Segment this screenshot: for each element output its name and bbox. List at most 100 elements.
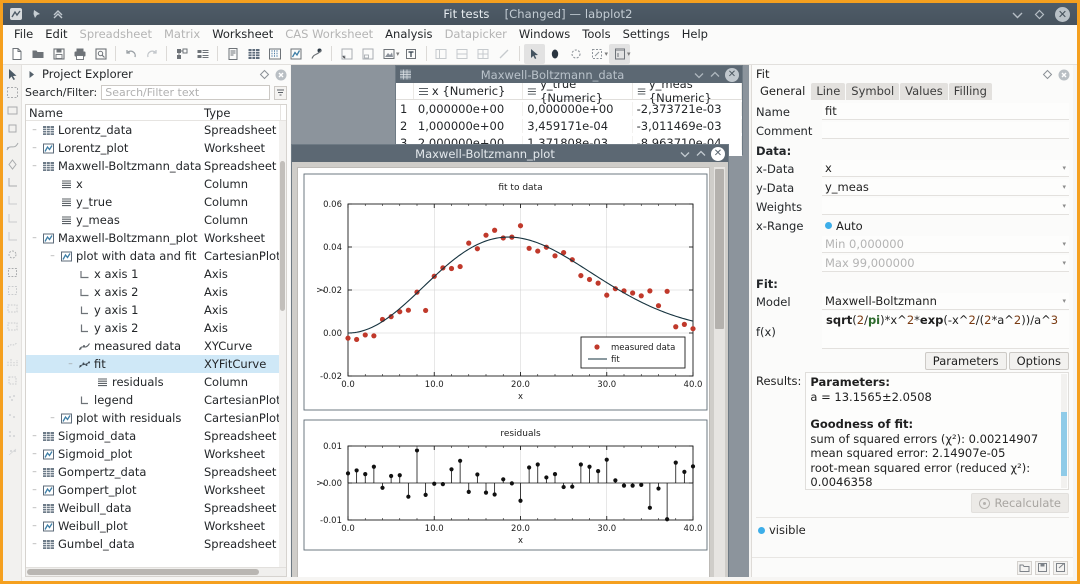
filter-options-icon[interactable] (274, 85, 287, 100)
spreadsheet-minimize-icon[interactable] (693, 69, 705, 81)
tree-expand-toggle-icon[interactable]: – (30, 467, 39, 477)
save-project-icon[interactable] (48, 44, 69, 64)
comment-input[interactable] (822, 122, 1069, 139)
tree-item-gompertz-data[interactable]: – Gompertz_data Spreadsheet (26, 463, 286, 481)
tree-expand-toggle-icon[interactable]: – (48, 251, 57, 261)
tree-expand-toggle-icon[interactable]: – (48, 413, 57, 423)
tree-expand-toggle-icon[interactable]: – (30, 125, 39, 135)
rail-box2-icon[interactable] (5, 373, 20, 388)
dock-close-icon[interactable] (1058, 69, 1070, 80)
layout-grid-icon[interactable] (473, 44, 494, 64)
tree-item-plot-with-residuals[interactable]: – plot with residuals CartesianPlot (26, 409, 286, 427)
tree-item-plot-with-data-and-fit[interactable]: – plot with data and fit CartesianPlot (26, 247, 286, 265)
xrange-min-input[interactable]: Min 0,000000 ▾ (822, 236, 1069, 253)
new-workbook-icon[interactable] (192, 44, 213, 64)
menu-worksheet[interactable]: Worksheet (206, 26, 279, 42)
rail-axis-icon-2[interactable] (5, 193, 20, 208)
results-scrollbar[interactable] (1061, 374, 1067, 488)
dock-float-icon[interactable] (1042, 69, 1053, 80)
tree-horizontal-scrollbar[interactable] (26, 567, 286, 576)
xrange-max-input[interactable]: Max 99,000000 ▾ (822, 255, 1069, 272)
tree-item-gompert-plot[interactable]: – Gompert_plot Worksheet (26, 481, 286, 499)
rail-pointer-icon[interactable] (5, 67, 20, 82)
tree-item-legend[interactable]: legend CartesianPlotL (26, 391, 286, 409)
tree-item-weibull-data[interactable]: – Weibull_data Spreadsheet (26, 499, 286, 517)
plot-maximize-icon[interactable] (695, 148, 707, 160)
zoom-select-mode-icon[interactable] (566, 44, 587, 64)
redo-icon[interactable] (141, 44, 162, 64)
tree-item-x-axis-1[interactable]: x axis 1 Axis (26, 265, 286, 283)
undo-icon[interactable] (120, 44, 141, 64)
tree-expand-toggle-icon[interactable]: – (30, 521, 39, 531)
collapse-up-icon[interactable] (51, 7, 65, 21)
select-mode-icon[interactable] (523, 43, 545, 64)
spreadsheet-row[interactable]: 1 0,000000e+00 0,000000e+00 -2,373721e-03 (396, 100, 742, 117)
no-layout-icon[interactable] (494, 44, 515, 64)
tree-item-y-meas[interactable]: y_meas Column (26, 211, 286, 229)
tree-item-maxwell-boltzmann-data[interactable]: – Maxwell-Boltzmann_data Spreadsheet (26, 157, 286, 175)
save-settings-icon[interactable] (1035, 560, 1050, 575)
recalculate-button[interactable]: Recalculate (971, 493, 1069, 513)
maximize-icon[interactable] (1033, 8, 1046, 21)
zoom-fit-dropdown-arrow[interactable]: ▾ (605, 50, 609, 58)
menu-tools[interactable]: Tools (576, 26, 616, 42)
menu-edit[interactable]: Edit (39, 26, 73, 42)
tree-item-maxwell-boltzmann-plot[interactable]: – Maxwell-Boltzmann_plot Worksheet (26, 229, 286, 247)
tree-item-measured-data[interactable]: measured data XYCurve (26, 337, 286, 355)
rail-axis-icon-4[interactable] (5, 229, 20, 244)
menu-analysis[interactable]: Analysis (379, 26, 438, 42)
rail-settings-icon[interactable] (5, 247, 20, 262)
tab-symbol[interactable]: Symbol (846, 83, 900, 100)
tree-item-gumbel-data[interactable]: – Gumbel_data Spreadsheet (26, 535, 286, 553)
new-folder-icon[interactable] (171, 44, 192, 64)
xdata-select[interactable]: x ▾ (822, 160, 1069, 177)
visible-checkbox-row[interactable]: visible (756, 517, 1069, 537)
plot-close-icon[interactable]: ✕ (711, 146, 725, 161)
load-settings-icon[interactable] (1017, 560, 1032, 575)
add-text-label-icon[interactable] (401, 44, 422, 64)
options-button[interactable]: Options (1008, 352, 1069, 370)
plot-vertical-scrollbar[interactable] (714, 167, 725, 577)
tree-item-y-axis-1[interactable]: y axis 1 Axis (26, 301, 286, 319)
rail-scatter-icon[interactable] (5, 337, 20, 352)
tree-expand-toggle-icon[interactable]: – (30, 449, 39, 459)
tab-line[interactable]: Line (811, 83, 846, 100)
open-project-icon[interactable] (27, 44, 48, 64)
menu-windows[interactable]: Windows (513, 26, 576, 42)
plot-templates-dropdown-arrow[interactable]: ▾ (627, 50, 631, 58)
rail-select-rect2-icon[interactable] (5, 283, 20, 298)
new-worksheet-icon[interactable] (285, 44, 306, 64)
tree-item-x[interactable]: x Column (26, 175, 286, 193)
worksheet-canvas[interactable]: fit to data 0.0 10.0 20.0 30.0 40.0 -0.02 0.00 0… (297, 167, 710, 577)
fx-formula-input[interactable]: sqrt(2/pi)*x^2*exp(-x^2/(2*a^2))/a^3 (822, 311, 1069, 349)
rail-dots3-icon[interactable] (5, 427, 20, 442)
new-matrix-icon[interactable] (264, 44, 285, 64)
tree-item-y-true[interactable]: y_true Column (26, 193, 286, 211)
plot-minimize-icon[interactable] (679, 148, 691, 160)
new-notes-icon[interactable] (222, 44, 243, 64)
spreadsheet-col-header-ytrue[interactable]: y_true {Numeric} (523, 83, 633, 105)
spreadsheet-cell[interactable]: 0,000000e+00 (414, 101, 524, 116)
rail-axis-icon-3[interactable] (5, 211, 20, 226)
menu-file[interactable]: File (8, 26, 39, 42)
rail-box-icon[interactable] (5, 121, 20, 136)
close-dock-icon[interactable] (275, 69, 287, 80)
navigate-mode-icon[interactable] (545, 44, 566, 64)
tree-expand-toggle-icon[interactable]: – (30, 143, 39, 153)
rail-image-icon[interactable] (5, 301, 20, 316)
tab-values[interactable]: Values (900, 83, 948, 100)
tree-item-fit[interactable]: – fit XYFitCurve (26, 355, 286, 373)
expand-arrow-icon[interactable] (26, 69, 37, 80)
ydata-select[interactable]: y_meas ▾ (822, 179, 1069, 196)
minimize-icon[interactable] (1011, 8, 1024, 21)
spreadsheet-col-header-x[interactable]: x {Numeric} (414, 83, 524, 99)
layout-vertical-icon[interactable] (431, 44, 452, 64)
new-spreadsheet-icon[interactable] (243, 44, 264, 64)
new-datapicker-icon[interactable] (306, 44, 327, 64)
tab-filling[interactable]: Filling (948, 83, 992, 100)
spreadsheet-cell[interactable]: 0,000000e+00 (523, 101, 633, 116)
rail-bar-icon[interactable] (5, 355, 20, 370)
tree-item-sigmoid-data[interactable]: – Sigmoid_data Spreadsheet (26, 427, 286, 445)
name-input[interactable]: fit (822, 103, 1069, 120)
spreadsheet-cell[interactable]: 3,459171e-04 (523, 118, 633, 133)
